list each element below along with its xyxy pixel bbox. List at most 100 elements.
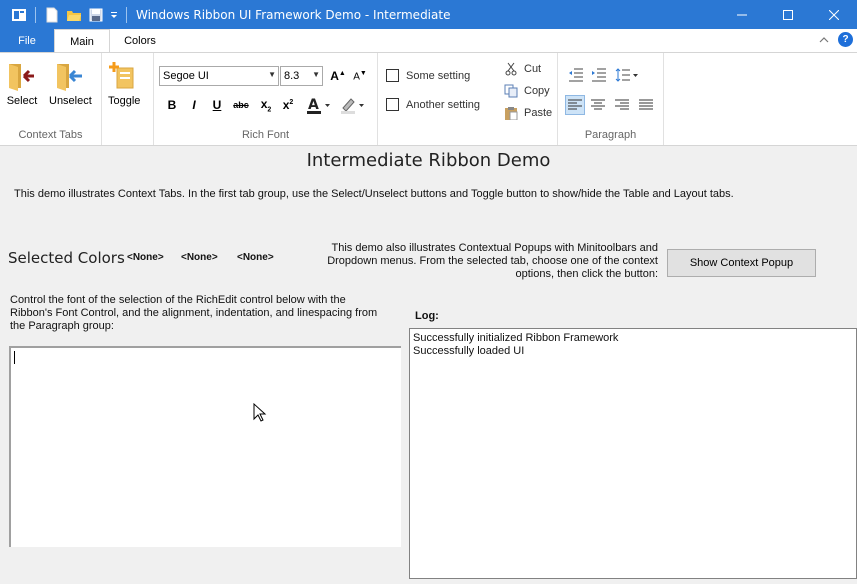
tab-colors[interactable]: Colors <box>110 29 170 52</box>
text-caret <box>14 351 15 364</box>
underline-icon: U <box>212 98 222 112</box>
cut-label: Cut <box>524 63 542 75</box>
checkbox-box[interactable] <box>386 98 399 111</box>
save-icon[interactable] <box>87 6 105 24</box>
quick-access-toolbar <box>0 0 130 29</box>
decrease-indent-icon <box>569 68 583 82</box>
align-left-button[interactable] <box>565 95 585 115</box>
show-context-popup-button[interactable]: Show Context Popup <box>667 249 816 277</box>
decrease-indent-button[interactable] <box>566 65 586 85</box>
font-family-value: Segoe UI <box>163 70 209 82</box>
toggle-label: Toggle <box>108 95 141 107</box>
minimize-icon <box>737 14 747 15</box>
tab-main[interactable]: Main <box>54 29 110 53</box>
group-settings: Some setting Another setting <box>378 53 496 145</box>
selected-color-1: <None> <box>127 252 164 263</box>
chevron-down-icon: ▼ <box>268 70 276 79</box>
open-folder-icon[interactable] <box>65 6 83 24</box>
font-control-description: Control the font of the selection of the… <box>10 294 378 332</box>
close-icon <box>829 9 839 20</box>
group-label-paragraph: Paragraph <box>584 129 637 141</box>
paste-button[interactable]: Paste <box>504 106 552 120</box>
minimize-button[interactable] <box>719 0 765 29</box>
log-line: Successfully initialized Ribbon Framewor… <box>413 332 619 344</box>
checkbox-box[interactable] <box>386 69 399 82</box>
ribbon-tab-row: File Main Colors ? <box>0 29 857 53</box>
new-file-icon[interactable] <box>43 6 61 24</box>
line-spacing-button[interactable] <box>614 65 640 85</box>
bold-button[interactable]: B <box>162 95 182 115</box>
font-family-combo[interactable]: Segoe UI ▼ <box>159 66 279 86</box>
highlight-button[interactable] <box>338 95 368 115</box>
superscript-icon: x2 <box>282 98 294 112</box>
grow-font-button[interactable]: A▲ <box>328 66 348 86</box>
page-title: Intermediate Ribbon Demo <box>306 150 551 171</box>
tab-file[interactable]: File <box>0 29 54 52</box>
subscript-button[interactable]: x2 <box>256 95 276 115</box>
window-title: Windows Ribbon UI Framework Demo - Inter… <box>136 7 451 22</box>
close-button[interactable] <box>811 0 857 29</box>
another-setting-label: Another setting <box>406 98 480 111</box>
align-right-button[interactable] <box>612 95 632 115</box>
cut-button[interactable]: Cut <box>504 62 541 76</box>
group-clipboard: Cut Copy Paste <box>496 53 558 145</box>
richedit-input[interactable] <box>9 346 401 547</box>
title-bar: Windows Ribbon UI Framework Demo - Inter… <box>0 0 857 29</box>
popup-description: This demo also illustrates Contextual Po… <box>327 242 658 280</box>
some-setting-checkbox[interactable]: Some setting <box>386 69 470 82</box>
selected-color-3: <None> <box>237 252 274 263</box>
unselect-label: Unselect <box>49 95 92 107</box>
help-icon[interactable]: ? <box>838 32 853 47</box>
copy-button[interactable]: Copy <box>504 84 550 98</box>
align-center-icon <box>591 99 605 110</box>
font-size-value: 8.3 <box>284 70 300 82</box>
customize-dropdown-icon[interactable] <box>109 6 119 24</box>
group-context-tabs: Select Unselect Context Tabs <box>0 53 102 145</box>
another-setting-checkbox[interactable]: Another setting <box>386 98 480 111</box>
align-right-icon <box>615 99 629 110</box>
shrink-font-button[interactable]: A▼ <box>350 66 370 86</box>
ribbon-collapse-button[interactable] <box>817 33 831 47</box>
increase-indent-icon <box>592 68 606 82</box>
group-label-rich-font: Rich Font <box>241 129 290 141</box>
superscript-button[interactable]: x2 <box>278 95 298 115</box>
scissors-icon <box>504 62 518 76</box>
copy-label: Copy <box>524 85 550 97</box>
strikethrough-button[interactable]: abc <box>231 95 251 115</box>
justify-button[interactable] <box>636 95 656 115</box>
chevron-up-icon <box>819 37 829 43</box>
mouse-cursor-icon <box>253 402 267 426</box>
group-paragraph: Paragraph <box>558 53 664 145</box>
chevron-down-icon: ▼ <box>312 70 320 79</box>
justify-icon <box>639 99 653 110</box>
ribbon: Select Unselect Context Tabs Toggle Sego… <box>0 52 857 146</box>
italic-button[interactable]: I <box>184 95 204 115</box>
qat-separator <box>126 6 127 23</box>
context-tabs-description: This demo illustrates Context Tabs. In t… <box>14 188 734 200</box>
log-label: Log: <box>415 310 439 322</box>
app-icon[interactable] <box>10 6 28 24</box>
font-size-combo[interactable]: 8.3 ▼ <box>280 66 323 86</box>
font-color-button[interactable]: A <box>304 95 334 115</box>
copy-icon <box>504 84 518 98</box>
toggle-button[interactable]: Toggle <box>108 59 140 107</box>
underline-button[interactable]: U <box>207 95 227 115</box>
select-label: Select <box>6 95 38 107</box>
group-label-context-tabs: Context Tabs <box>18 129 83 141</box>
unselect-button[interactable]: Unselect <box>49 59 92 107</box>
log-textbox[interactable]: Successfully initialized Ribbon Framewor… <box>409 328 857 579</box>
maximize-button[interactable] <box>765 0 811 29</box>
qat-separator <box>35 6 36 23</box>
align-center-button[interactable] <box>588 95 608 115</box>
svg-text:A: A <box>308 97 319 113</box>
grow-font-icon: A▲ <box>330 69 346 83</box>
log-line: Successfully loaded UI <box>413 345 525 357</box>
highlight-icon <box>341 98 364 114</box>
increase-indent-button[interactable] <box>589 65 609 85</box>
select-icon <box>6 59 38 93</box>
line-spacing-icon <box>615 68 638 82</box>
selected-color-2: <None> <box>181 252 218 263</box>
font-color-icon: A <box>307 97 330 114</box>
toggle-icon <box>108 59 140 93</box>
select-button[interactable]: Select <box>6 59 38 107</box>
